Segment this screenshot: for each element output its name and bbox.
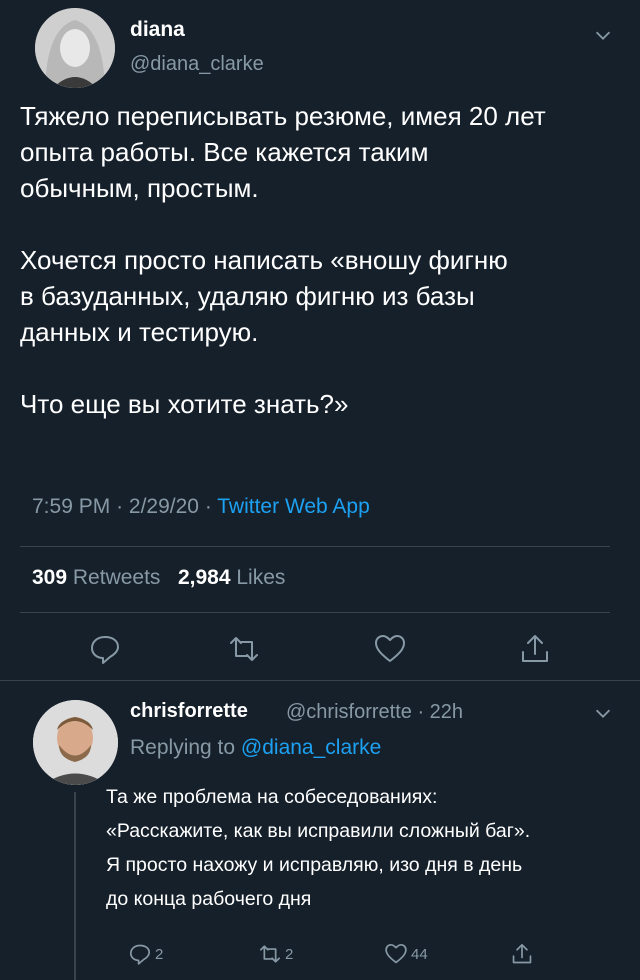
- reply-author-meta: @chrisforrette · 22h: [286, 701, 463, 724]
- reply-author-name[interactable]: chrisforrette: [130, 700, 248, 723]
- tweet-meta: 7:59 PM · 2/29/20 · Twitter Web App: [32, 495, 370, 519]
- reply-reply-action[interactable]: 2: [128, 942, 163, 966]
- retweets-count: 309: [32, 566, 68, 589]
- share-icon[interactable]: [518, 632, 552, 666]
- reply-age[interactable]: 22h: [430, 701, 463, 723]
- tweet-date[interactable]: 2/29/20: [129, 495, 199, 518]
- replying-to: Replying to @diana_clarke: [130, 736, 381, 760]
- reply-like-count: 44: [411, 945, 428, 963]
- divider: [0, 680, 640, 681]
- author-handle[interactable]: @diana_clarke: [130, 53, 264, 76]
- divider: [20, 546, 610, 547]
- meta-separator: ·: [204, 495, 218, 518]
- reply-retweet-count: 2: [285, 945, 294, 963]
- tweet-source-link[interactable]: Twitter Web App: [217, 495, 370, 518]
- meta-separator: ·: [411, 701, 430, 723]
- heart-icon[interactable]: [373, 632, 407, 666]
- retweets-label: Retweets: [72, 566, 161, 589]
- retweet-icon[interactable]: [227, 632, 261, 666]
- reply-like-action[interactable]: 44: [384, 942, 428, 966]
- author-name[interactable]: diana: [130, 18, 185, 42]
- reply-author-avatar[interactable]: [33, 700, 118, 785]
- heart-icon: [384, 942, 408, 966]
- author-avatar[interactable]: [35, 8, 115, 88]
- reply-icon: [128, 942, 152, 966]
- retweet-icon: [258, 942, 282, 966]
- tweet-stats: 309 Retweets 2,984 Likes: [32, 566, 285, 590]
- likes-stat[interactable]: 2,984 Likes: [178, 566, 285, 589]
- meta-separator: ·: [116, 495, 129, 518]
- likes-count: 2,984: [177, 566, 231, 589]
- reply-reply-count: 2: [155, 945, 164, 963]
- replying-to-prefix: Replying to: [130, 736, 236, 759]
- chevron-down-icon[interactable]: [592, 702, 614, 724]
- reply-retweet-action[interactable]: 2: [258, 942, 293, 966]
- share-icon: [510, 942, 534, 966]
- reply-text: Та же проблема на собеседованиях: «Расск…: [106, 786, 531, 910]
- reply-author-handle[interactable]: @chrisforrette: [286, 701, 412, 723]
- retweets-stat[interactable]: 309 Retweets: [32, 566, 160, 589]
- likes-label: Likes: [236, 566, 286, 589]
- tweet-text: Тяжело переписывать резюме, имея 20 лет …: [20, 101, 546, 419]
- divider: [20, 612, 610, 613]
- chevron-down-icon[interactable]: [592, 24, 614, 46]
- thread-line: [74, 792, 76, 980]
- replying-to-mention[interactable]: @diana_clarke: [241, 736, 381, 759]
- reply-share-action[interactable]: [510, 942, 534, 966]
- tweet-time: 7:59 PM: [32, 495, 111, 518]
- reply-icon[interactable]: [88, 632, 122, 666]
